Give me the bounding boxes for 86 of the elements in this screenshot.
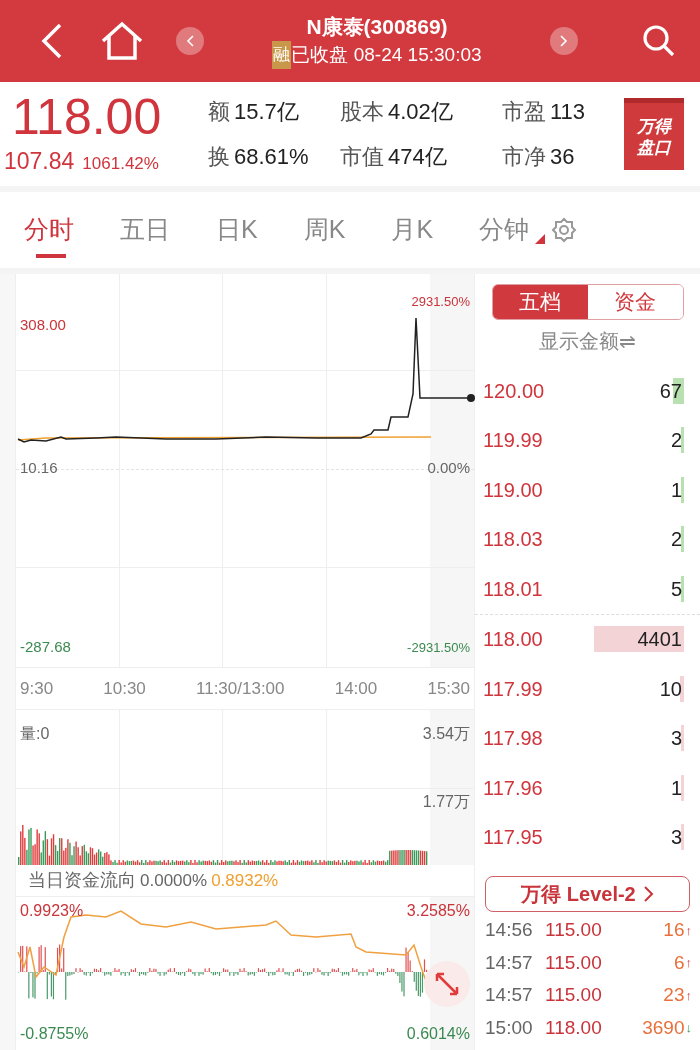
badge-text: 万得 [637, 115, 671, 137]
axis-label: 10.16 [20, 458, 58, 478]
fund-flow-title: 当日资金流向 [28, 869, 136, 892]
axis-label: -0.8755% [20, 1024, 89, 1044]
order-price: 117.96 [483, 775, 543, 801]
order-price: 118.01 [483, 576, 543, 602]
order-volume: 1 [670, 774, 684, 801]
order-book-badge[interactable]: 万得 盘口 [624, 98, 684, 170]
direction-arrow: ↑ [685, 986, 692, 1005]
chart-tab[interactable]: 五日 [120, 200, 170, 260]
stat-label: 换 [208, 143, 230, 171]
chart-tab[interactable]: 日K [216, 200, 258, 260]
price-change: 107.84 [4, 146, 75, 176]
time-label: 15:30 [427, 677, 470, 700]
trade-price: 115.00 [545, 918, 602, 942]
order-book-tab[interactable]: 五档 [492, 285, 588, 319]
axis-label: 3.54万 [422, 724, 470, 744]
axis-label: 0.6014% [406, 1024, 470, 1044]
stat-value: 68.61% [234, 143, 309, 171]
order-price: 117.98 [483, 726, 543, 752]
order-volume: 67 [659, 377, 684, 404]
order-price: 120.00 [483, 378, 545, 404]
level2-button[interactable]: 万得 Level-2 [485, 876, 690, 912]
time-label: 10:30 [103, 677, 146, 700]
order-volume: 2 [670, 526, 684, 553]
fund-flow-average: 0.8932% [211, 869, 279, 892]
order-volume: 2 [670, 427, 684, 454]
stock-title: N康泰(300869) [306, 14, 448, 40]
margin-badge: 融 [272, 41, 292, 69]
chart-tab[interactable]: 月K [391, 200, 434, 260]
time-label: 9:30 [20, 677, 54, 700]
stat-value: 113 [550, 98, 586, 126]
axis-label: 3.2585% [406, 901, 470, 921]
axis-label: 0.9923% [20, 901, 84, 921]
order-price: 119.99 [483, 428, 543, 454]
trade-price: 115.00 [545, 950, 602, 975]
stat-value: 4.02亿 [388, 98, 453, 126]
order-price: 118.00 [483, 627, 543, 653]
current-price: 118.00 [11, 89, 163, 144]
change-percent: 1061.42% [82, 152, 159, 175]
axis-label: -2931.50% [407, 639, 470, 657]
order-price: 117.99 [483, 676, 543, 702]
trade-volume: 6 [673, 950, 685, 975]
stat-value: 36 [550, 143, 575, 171]
fund-flow-value: 0.0000% [140, 869, 208, 892]
market-status: 已收盘 08-24 15:30:03 [291, 43, 482, 67]
stat-value: 15.7亿 [234, 98, 299, 126]
stat-label: 股本 [340, 98, 384, 126]
trade-time: 14:56 [485, 918, 534, 942]
show-amount-toggle[interactable]: 显示金额⇌ [539, 326, 636, 356]
axis-label: 308.00 [20, 315, 66, 335]
order-price: 118.03 [483, 527, 543, 553]
trade-time: 14:57 [485, 983, 534, 1007]
chart-tab[interactable]: 周K [303, 200, 346, 260]
direction-arrow: ↑ [685, 954, 692, 972]
chart-tab[interactable]: 分钟 [479, 200, 530, 260]
trade-volume: 16 [663, 918, 685, 942]
trade-time: 15:00 [485, 1015, 534, 1040]
trade-price: 115.00 [545, 983, 602, 1007]
order-volume: 5 [670, 575, 684, 602]
time-label: 11:30/13:00 [196, 677, 285, 700]
stat-value: 474亿 [388, 143, 447, 171]
stat-label: 市净 [502, 143, 546, 171]
trade-time: 14:57 [485, 950, 534, 975]
order-volume: 3 [670, 725, 684, 752]
trade-price: 118.00 [545, 1015, 602, 1040]
axis-label: 2931.50% [411, 293, 470, 311]
axis-label: 1.77万 [422, 792, 470, 812]
trade-volume: 3690 [642, 1015, 685, 1040]
order-volume: 10 [659, 675, 684, 702]
stat-label: 额 [208, 98, 230, 126]
trade-volume: 23 [663, 983, 685, 1007]
order-price: 117.95 [483, 825, 543, 851]
direction-arrow: ↓ [685, 1019, 692, 1037]
direction-arrow: ↑ [685, 921, 692, 940]
stat-label: 市盈 [502, 98, 546, 126]
order-volume: 3 [670, 824, 684, 851]
time-label: 14:00 [334, 677, 378, 700]
axis-label: 0.00% [427, 458, 470, 478]
chart-tab[interactable]: 分时 [24, 200, 74, 260]
badge-text: 盘口 [637, 136, 671, 158]
axis-label: -287.68 [20, 637, 71, 657]
order-volume: 1 [670, 476, 684, 503]
order-price: 119.00 [483, 477, 543, 503]
volume-label: 量:0 [20, 724, 50, 744]
stat-label: 市值 [340, 143, 384, 171]
